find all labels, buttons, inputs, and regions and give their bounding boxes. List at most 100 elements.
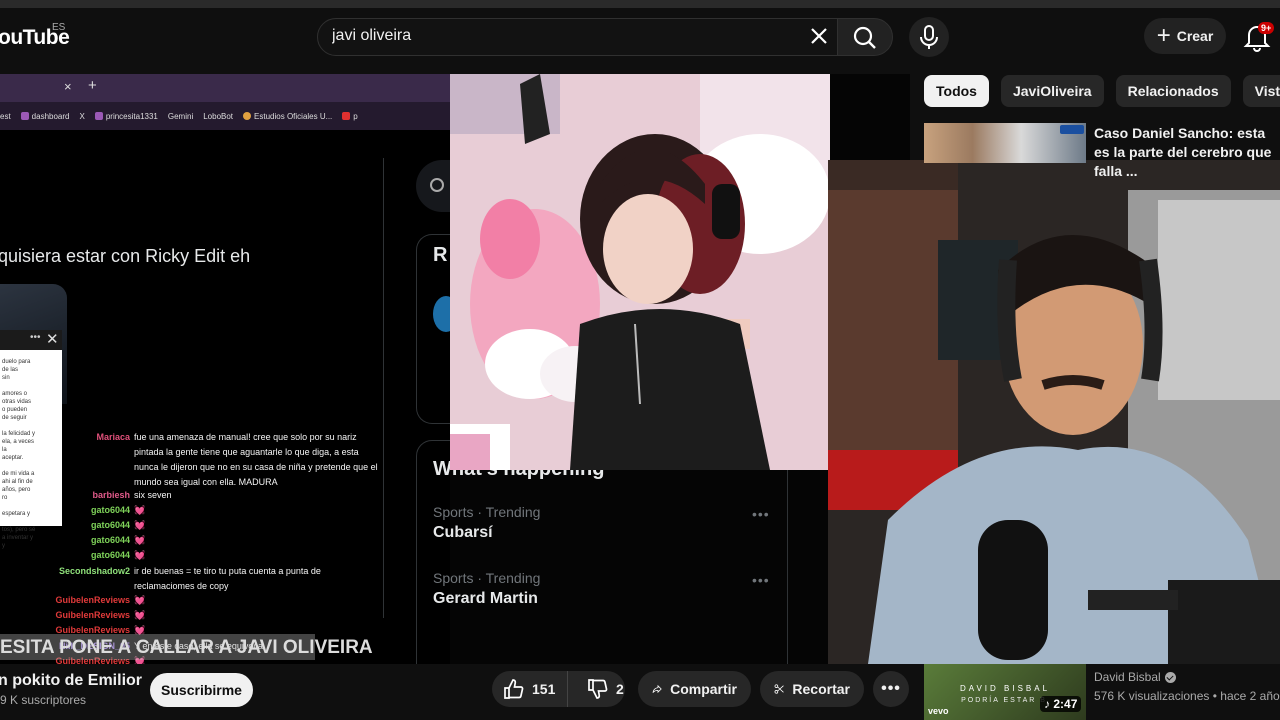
- like-count: 151: [532, 681, 556, 697]
- video-caption-overlay: ESITA PONE A CALLAR A JAVI OLIVEIRA: [0, 637, 373, 658]
- recommendation-channel[interactable]: David Bisbal: [1094, 670, 1176, 684]
- chip-visto[interactable]: Visto: [1242, 75, 1280, 107]
- verified-icon: [1164, 672, 1176, 684]
- bookmark: Gemini: [167, 111, 194, 121]
- chat-text: 💓: [134, 535, 146, 545]
- popup-line: la: [2, 447, 7, 453]
- chat-username: gato6044: [90, 520, 130, 530]
- microphone-icon: [920, 25, 938, 49]
- region-label: ES: [52, 22, 66, 33]
- thumbs-up-icon: [504, 679, 524, 699]
- chip-javioliveira[interactable]: JaviOliveira: [1000, 75, 1104, 107]
- create-label: Crear: [1176, 28, 1214, 44]
- more-icon: •••: [30, 332, 41, 343]
- scissors-icon: [774, 684, 784, 694]
- trend-category: Sports · Trending: [433, 570, 541, 586]
- like-button[interactable]: 151: [492, 671, 568, 707]
- popup-line: de las: [2, 367, 19, 373]
- chat-text: six seven: [134, 490, 172, 500]
- bookmark: est: [0, 111, 11, 121]
- channel-name[interactable]: n pokito de Emilior: [0, 672, 142, 690]
- panel-heading: R: [433, 244, 448, 266]
- trend-name: Gerard Martin: [433, 590, 538, 607]
- view-count: 576 K visualizaciones: [1094, 689, 1210, 703]
- tab-close-icon: ×: [64, 79, 72, 94]
- dislike-count: 2: [616, 681, 624, 697]
- chat-username: GuibelenReviews: [55, 595, 130, 605]
- upload-age: hace 2 años: [1220, 689, 1280, 703]
- share-button[interactable]: Compartir: [638, 671, 751, 707]
- chat-text: ir de buenas = te tiro tu puta cuenta a …: [134, 566, 321, 591]
- trend-name: Cubarsí: [433, 524, 493, 541]
- chat-text: fue una amenaza de manual! cree que solo…: [134, 432, 378, 487]
- popup-line: o pueden: [2, 407, 28, 413]
- popup-line: de mi vida a: [2, 471, 35, 477]
- popup-line: aceptar.: [2, 455, 24, 461]
- clip-button[interactable]: Recortar: [760, 671, 864, 707]
- clear-search-button[interactable]: [806, 25, 832, 51]
- chat-username: gato6044: [90, 535, 130, 545]
- search-icon: [853, 26, 876, 49]
- channel-logo-badge: [1060, 125, 1084, 134]
- filter-chips: Todos JaviOliveira Relacionados Visto: [924, 75, 1280, 107]
- bookmark: LoboBot: [203, 111, 234, 121]
- masthead: ouTube ES + Crear 9+: [0, 8, 1280, 66]
- chip-relacionados[interactable]: Relacionados: [1115, 75, 1231, 107]
- bookmark: princesita1331: [94, 112, 158, 121]
- thumbs-down-icon: [588, 679, 608, 699]
- close-icon: [811, 28, 827, 44]
- bookmark: dashboard: [20, 112, 69, 121]
- recommendation-meta: 576 K visualizaciones • hace 2 años: [1094, 689, 1280, 703]
- dislike-button[interactable]: 2: [576, 678, 624, 700]
- chat-username: gato6044: [90, 550, 130, 560]
- search-input[interactable]: [332, 27, 772, 45]
- chat-username: gato6044: [90, 505, 130, 515]
- plus-icon: +: [1156, 22, 1171, 49]
- webcam-image-left: [450, 74, 830, 470]
- chip-todos[interactable]: Todos: [924, 75, 989, 107]
- browser-tab-strip: × +: [0, 74, 450, 102]
- trend-item: Sports · Trending Cubarsí: [433, 504, 540, 542]
- new-tab-icon: +: [88, 77, 97, 94]
- close-icon: ✕: [46, 331, 59, 348]
- popup-line: amores o: [2, 391, 28, 397]
- recommendation-title[interactable]: Caso Daniel Sancho: esta es la parte del…: [1094, 124, 1280, 181]
- subscriber-count: 9 K suscriptores: [0, 693, 87, 707]
- notifications-badge: 9+: [1258, 22, 1275, 34]
- chat-text: 💓: [134, 550, 146, 560]
- webcam-streamer-right: [828, 160, 1280, 664]
- voice-search-button[interactable]: [909, 17, 949, 57]
- chat-username: Mariaca: [96, 432, 130, 442]
- bookmark: p: [342, 112, 358, 121]
- search-button[interactable]: [837, 18, 893, 56]
- popup-line: [2, 382, 60, 390]
- popup-line: [2, 422, 60, 430]
- create-button[interactable]: + Crear: [1144, 18, 1226, 54]
- popup-line: de seguir: [2, 415, 27, 421]
- more-icon: •••: [752, 506, 770, 522]
- subscribe-button[interactable]: Suscribirme: [150, 673, 253, 707]
- more-icon: •••: [752, 572, 770, 588]
- divider: [383, 158, 384, 618]
- thumbnail-text: DAVID BISBAL: [959, 684, 1051, 693]
- tweet-text: quisiera estar con Ricky Edit eh: [0, 246, 251, 266]
- chat-text: 💓: [134, 610, 146, 620]
- share-arrow-icon: [652, 684, 662, 694]
- more-actions-button[interactable]: •••: [873, 671, 909, 707]
- popup-line: ahi al fin de: [2, 479, 33, 485]
- bookmark: X: [79, 111, 85, 121]
- browser-top-strip: [0, 0, 1280, 8]
- video-duration: ♪ 2:47: [1040, 696, 1082, 712]
- popup-line: [2, 462, 60, 470]
- vevo-logo: vevo: [928, 706, 949, 716]
- search-box[interactable]: [317, 18, 839, 56]
- bookmarks-bar: est dashboard X princesita1331 Gemini Lo…: [0, 102, 450, 130]
- chat-text: 💓: [134, 595, 146, 605]
- trend-item: Sports · Trending Gerard Martin: [433, 570, 540, 608]
- chat-username: GuibelenReviews: [55, 610, 130, 620]
- search-icon: [430, 178, 444, 192]
- chat-text: 💓: [134, 520, 146, 530]
- like-dislike-group: 151 2: [492, 671, 625, 707]
- chat-username: Secondshadow2: [58, 566, 130, 576]
- popup-line: otras vidas: [2, 399, 32, 405]
